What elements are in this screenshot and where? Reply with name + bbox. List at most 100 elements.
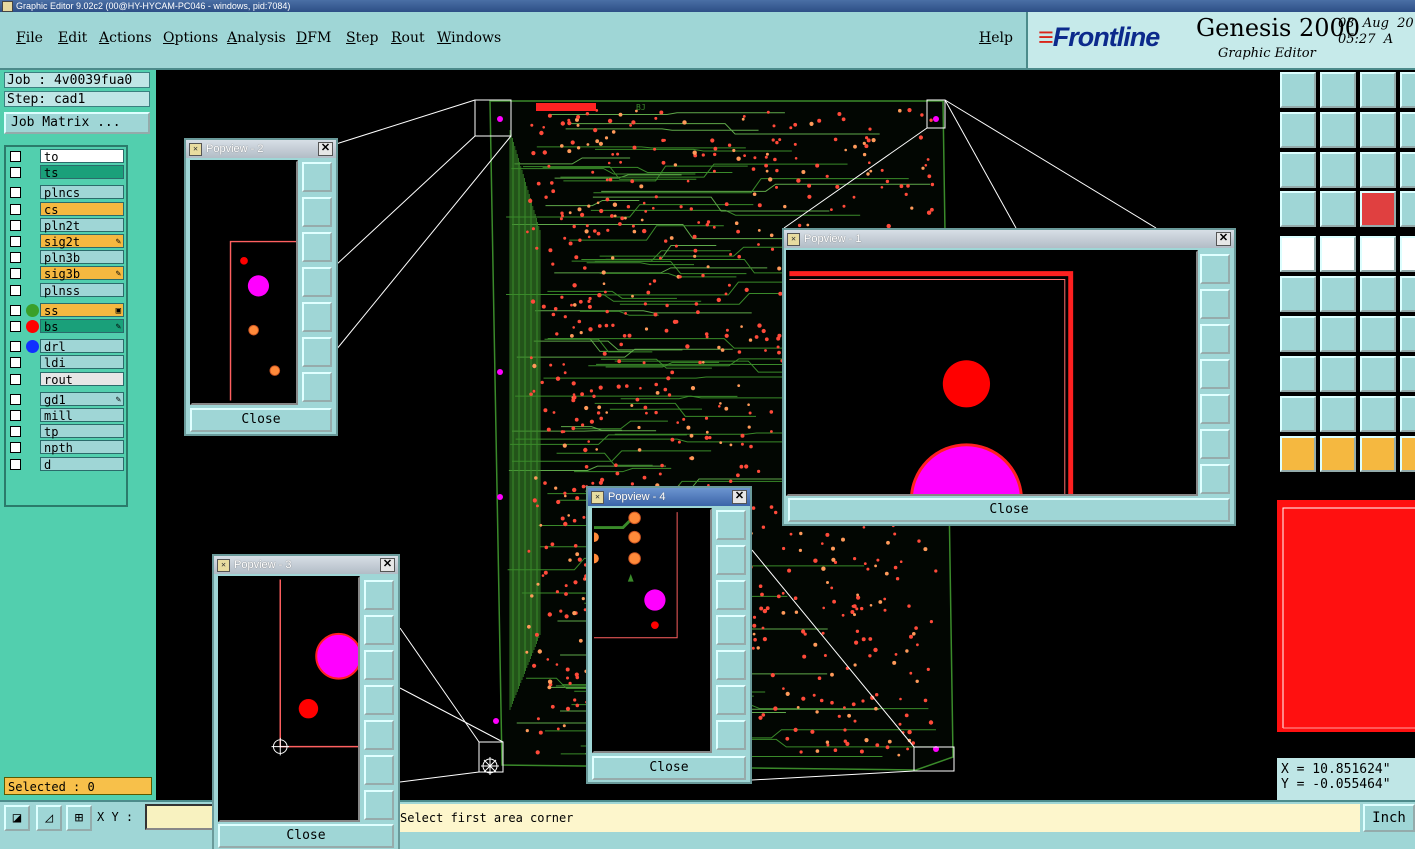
pointer-box-icon[interactable] [1320, 436, 1356, 472]
net-icon[interactable] [1280, 276, 1316, 312]
pan-right-icon[interactable] [1200, 394, 1230, 424]
layer-row-to[interactable]: to [8, 149, 124, 164]
layer-checkbox[interactable] [10, 373, 21, 385]
select-object-icon[interactable] [1280, 236, 1316, 272]
layer-name[interactable]: pln2t [40, 217, 124, 233]
window-menu-icon[interactable]: ✕ [189, 143, 202, 156]
layer-name[interactable]: bs ✎ [40, 319, 124, 334]
toolbar-cut-icon[interactable] [1400, 191, 1415, 227]
layer-checkbox[interactable] [10, 284, 21, 296]
layer-checkbox[interactable] [10, 357, 21, 369]
zoom-window-icon[interactable] [1360, 112, 1396, 148]
menu-help[interactable]: Help [979, 30, 1013, 46]
line-icon[interactable] [1280, 316, 1316, 352]
fit-icon[interactable] [1200, 254, 1230, 284]
popview-3-title-bar[interactable]: Popview - 3 [214, 556, 398, 574]
home-icon[interactable] [1360, 72, 1396, 108]
toolbar-cut-icon[interactable] [1400, 112, 1415, 148]
layer-row-mill[interactable]: mill [8, 408, 124, 423]
layer-row-sig2t[interactable]: sig2t ✎ [8, 234, 124, 249]
pan-up-icon[interactable] [302, 197, 332, 227]
layer-name[interactable]: ss ▣ [40, 302, 124, 318]
pan-down-icon[interactable] [302, 232, 332, 262]
popview-4-title-bar[interactable]: Popview - 4 [588, 488, 750, 506]
zoom-out-icon[interactable] [364, 755, 394, 785]
popview-2-title-bar[interactable]: Popview - 2 [186, 140, 336, 158]
home-up-icon[interactable] [1280, 72, 1316, 108]
window-menu-icon[interactable]: ✕ [591, 491, 604, 504]
pan-left-icon[interactable] [1200, 359, 1230, 389]
zoom-in-icon[interactable] [302, 372, 332, 402]
zoom-out-icon[interactable] [302, 337, 332, 367]
popview-4-window[interactable]: Popview - 4 ✕ ✕ Close [586, 486, 752, 784]
layer-row-ldi[interactable]: ldi [8, 355, 124, 370]
layer-checkbox[interactable] [10, 458, 21, 470]
home-down-icon[interactable] [1320, 72, 1356, 108]
zoom-in-icon[interactable] [1200, 464, 1230, 494]
menu-analysis[interactable]: Analysis [227, 30, 286, 46]
slash-line-icon[interactable] [1320, 316, 1356, 352]
layer-checkbox[interactable] [10, 151, 21, 162]
layer-name[interactable]: d [40, 456, 124, 472]
layer-checkbox[interactable] [10, 442, 21, 454]
layer-row-tp[interactable]: tp [8, 424, 124, 439]
layer-row-npth[interactable]: npth [8, 440, 124, 455]
window-menu-icon[interactable]: ✕ [217, 559, 230, 572]
horizontal-line-icon[interactable] [1320, 356, 1356, 392]
zoom-out-icon[interactable] [716, 685, 746, 715]
fit-icon[interactable] [364, 580, 394, 610]
popview-3-window[interactable]: Popview - 3 ✕ ✕ Close [212, 554, 400, 849]
pad-icon[interactable] [1280, 356, 1316, 392]
popview-2-close-button[interactable]: Close [190, 408, 332, 432]
popview-3-view[interactable] [218, 576, 360, 822]
layer-name[interactable]: mill [40, 408, 124, 423]
pan-left-icon[interactable] [302, 267, 332, 297]
layer-checkbox[interactable] [10, 219, 21, 231]
layer-checkbox[interactable] [10, 203, 21, 215]
popview-1-window[interactable]: Popview - 1 ✕ ✕ Close [782, 228, 1236, 526]
layer-row-drl[interactable]: drl [8, 339, 124, 354]
popview-1-title-bar[interactable]: Popview - 1 [784, 230, 1234, 248]
layer-checkbox[interactable] [10, 321, 21, 332]
toolbar-cut-icon[interactable] [1400, 72, 1415, 108]
layer-checkbox[interactable] [10, 252, 21, 264]
layer-name[interactable]: tp [40, 424, 124, 439]
arch-icon[interactable] [1360, 396, 1396, 432]
units-button[interactable]: Inch [1363, 804, 1415, 832]
layer-checkbox[interactable] [10, 268, 21, 280]
fit-screen-icon[interactable] [1280, 152, 1316, 188]
layer-row-sig3b[interactable]: sig3b ✎ [8, 266, 124, 281]
pan-up-icon[interactable] [716, 545, 746, 575]
menu-dfm[interactable]: DFM [296, 30, 331, 46]
pan-right-icon[interactable] [1320, 112, 1356, 148]
layer-row-d[interactable]: d [8, 456, 124, 472]
popview-4-close-icon[interactable]: ✕ [732, 490, 747, 504]
menu-file[interactable]: File [16, 30, 43, 46]
dimension-icon[interactable] [1360, 356, 1396, 392]
snap-icon[interactable] [1360, 191, 1396, 227]
pan-left-icon[interactable] [1280, 112, 1316, 148]
layer-name[interactable]: plncs [40, 185, 124, 200]
delete-icon[interactable] [1320, 276, 1356, 312]
layer-row-rout[interactable]: rout [8, 371, 124, 387]
toolbar-cut-icon[interactable] [1400, 152, 1415, 188]
popview-4-close-button[interactable]: Close [592, 756, 746, 780]
popview-2-close-icon[interactable]: ✕ [318, 142, 333, 156]
menu-options[interactable]: Options [163, 30, 218, 46]
layer-name[interactable]: sig2t ✎ [40, 234, 124, 249]
popview-1-view[interactable] [786, 250, 1198, 496]
xy-input[interactable] [145, 804, 215, 830]
layer-name[interactable]: pln3b [40, 250, 124, 265]
layer-row-pln2t[interactable]: pln2t [8, 217, 124, 233]
overview-preview[interactable] [1277, 478, 1415, 756]
toolbar-cut-icon[interactable] [1400, 276, 1415, 312]
menu-rout[interactable]: Rout [391, 30, 425, 46]
zoom-in-icon[interactable] [364, 790, 394, 820]
layer-name[interactable]: plnss [40, 282, 124, 298]
layer-row-plncs[interactable]: plncs [8, 185, 124, 200]
pan-up-icon[interactable] [364, 615, 394, 645]
layer-row-ts[interactable]: ts [8, 165, 124, 180]
pan-up-icon[interactable] [1200, 289, 1230, 319]
area-select-icon[interactable]: ◪ [4, 805, 30, 831]
layer-checkbox[interactable] [10, 304, 21, 316]
